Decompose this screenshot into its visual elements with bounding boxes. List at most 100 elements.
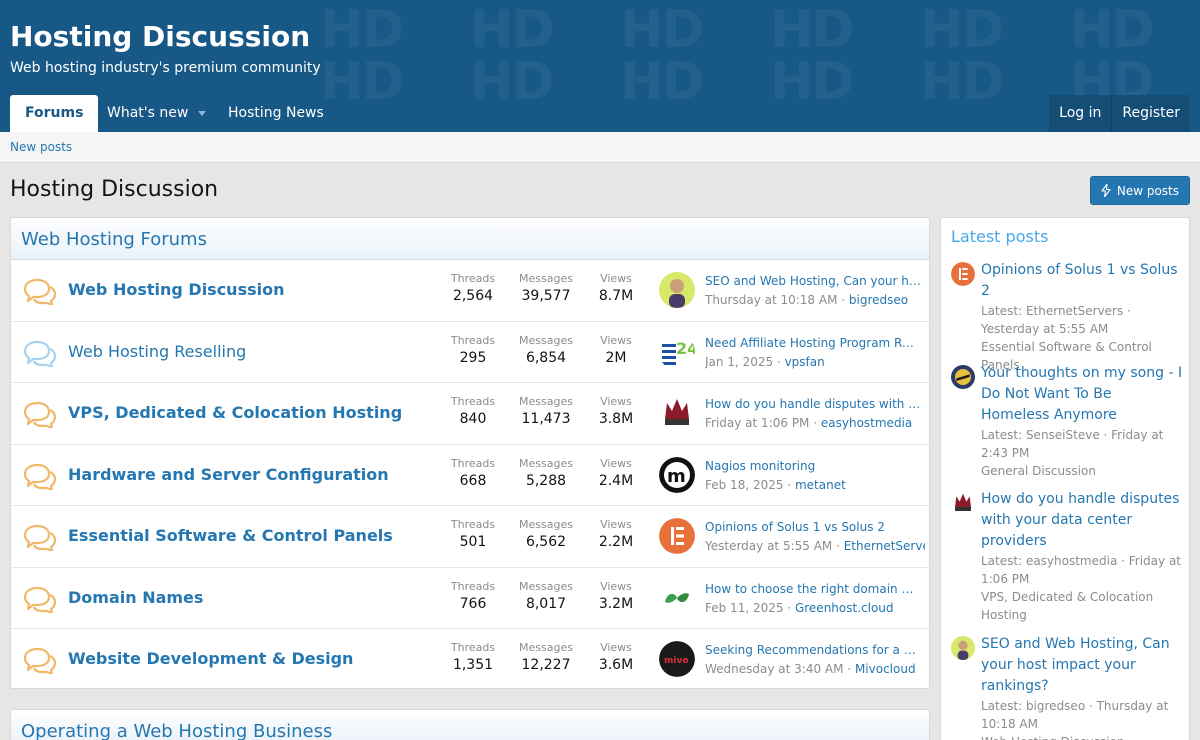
avatar[interactable] (659, 518, 695, 554)
stat-value: 3.8M (598, 411, 634, 427)
stat-label: Messages (519, 579, 573, 593)
latest-post-title[interactable]: SEO and Web Hosting, Can your host impac… (981, 634, 1183, 697)
last-post-date[interactable]: Feb 11, 2025 (705, 601, 784, 615)
svg-text:24: 24 (676, 339, 695, 358)
last-post-user[interactable]: easyhostmedia (821, 416, 912, 430)
stat-label: Views (600, 333, 632, 347)
messages-stat: Messages 5,288 (514, 457, 578, 489)
watermark-text: HD (770, 52, 855, 112)
sidebar-title[interactable]: Latest posts (941, 218, 1189, 255)
last-post-title[interactable]: Seeking Recommendations for a Design Age… (705, 643, 921, 657)
tab-hosting-news[interactable]: Hosting News (213, 95, 339, 132)
avatar[interactable] (951, 365, 975, 389)
latest-post-forum[interactable]: VPS, Dedicated & Colocation Hosting (981, 588, 1183, 624)
stat-value: 2M (605, 349, 627, 366)
watermark-text: HD (470, 52, 555, 112)
last-post-date[interactable]: Yesterday at 5:55 AM (705, 539, 832, 553)
last-post-title[interactable]: Nagios monitoring (705, 459, 921, 473)
node-list: Web Hosting Discussion Threads 2,564 Messag… (11, 260, 929, 688)
stat-label: Views (600, 456, 632, 470)
forum-title[interactable]: VPS, Dedicated & Colocation Hosting (68, 403, 402, 422)
stat-value: 8,017 (525, 595, 567, 612)
latest-post-title[interactable]: How do you handle disputes with your dat… (981, 489, 1183, 552)
views-stat: Views 3.6M (586, 641, 646, 673)
views-stat: Views 3.2M (586, 580, 646, 612)
stat-value: 295 (459, 349, 487, 366)
avatar[interactable]: m (659, 456, 695, 493)
latest-post-title[interactable]: Your thoughts on my song - I Do Not Want… (981, 363, 1183, 426)
tab-forums[interactable]: Forums (10, 95, 99, 132)
forum-title[interactable]: Domain Names (68, 588, 203, 607)
register-button[interactable]: Register (1112, 95, 1190, 132)
latest-post-title[interactable]: Opinions of Solus 1 vs Solus 2 (981, 260, 1183, 302)
chat-bubbles-icon (21, 400, 57, 430)
stat-label: Threads (450, 641, 496, 654)
forum-title[interactable]: Web Hosting Discussion (68, 280, 284, 299)
avatar[interactable] (659, 579, 695, 616)
avatar[interactable]: 24 (659, 333, 695, 370)
forum-node: Web Hosting Discussion Threads 2,564 Messag… (11, 260, 929, 322)
auth-buttons: Log in Register (1049, 95, 1190, 132)
last-post-date[interactable]: Wednesday at 3:40 AM (705, 662, 844, 676)
stat-label: Messages (519, 333, 573, 347)
forum-title[interactable]: Web Hosting Reselling (68, 342, 246, 361)
stat-label: Threads (450, 333, 496, 347)
block-title[interactable]: Web Hosting Forums (11, 218, 929, 260)
last-post-meta: Friday at 1:06 PM · easyhostmedia (705, 416, 913, 430)
tab-label: What's new (107, 105, 189, 121)
tab-label: Hosting News (228, 105, 324, 121)
latest-post-forum[interactable]: General Discussion (981, 462, 1183, 480)
second-forums-block: Operating a Web Hosting Business (10, 709, 930, 740)
forum-title[interactable]: Website Development & Design (68, 649, 353, 668)
login-button[interactable]: Log in (1049, 95, 1111, 132)
last-post-title[interactable]: How to choose the right domain name (705, 582, 921, 596)
views-stat: Views 8.7M (586, 272, 646, 304)
forum-title[interactable]: Hardware and Server Configuration (68, 465, 389, 484)
last-post-date[interactable]: Friday at 1:06 PM (705, 416, 809, 430)
avatar[interactable] (951, 636, 975, 660)
site-header: HD HD HD HD HD HD HD HD HD HD HD HD Host… (0, 0, 1200, 132)
last-post-date[interactable]: Feb 18, 2025 (705, 478, 784, 492)
forum-node: VPS, Dedicated & Colocation Hosting Threa… (11, 383, 929, 445)
last-post-title[interactable]: How do you handle disputes with your dat… (705, 397, 921, 411)
last-post-user[interactable]: metanet (795, 478, 846, 492)
avatar[interactable] (951, 262, 975, 286)
last-post-user[interactable]: Greenhost.cloud (795, 601, 894, 615)
stat-value: 3.2M (598, 595, 634, 612)
last-post-title[interactable]: Opinions of Solus 1 vs Solus 2 (705, 520, 921, 534)
stat-label: Messages (519, 456, 573, 470)
last-post-user[interactable]: EthernetServers (844, 539, 925, 553)
bolt-icon (1101, 184, 1111, 197)
stat-label: Threads (450, 456, 496, 470)
latest-post-forum[interactable]: Web Hosting Discussion (981, 733, 1183, 740)
last-post-date[interactable]: Thursday at 10:18 AM (705, 293, 837, 307)
threads-stat: Threads 2,564 (443, 272, 503, 304)
svg-text:m: m (667, 466, 686, 487)
tab-whats-new[interactable]: What's new (92, 95, 221, 132)
avatar[interactable]: mivo (659, 641, 695, 677)
last-post-date[interactable]: Jan 1, 2025 (705, 355, 773, 369)
stat-value: 766 (459, 595, 487, 612)
last-post-title[interactable]: SEO and Web Hosting, Can your host impac… (705, 274, 921, 288)
avatar[interactable] (659, 395, 695, 431)
chat-bubbles-icon (21, 523, 57, 553)
forum-title[interactable]: Essential Software & Control Panels (68, 526, 393, 545)
last-post-user[interactable]: Mivocloud (855, 662, 916, 676)
site-title[interactable]: Hosting Discussion (10, 20, 310, 53)
last-post-user[interactable]: bigredseo (849, 293, 908, 307)
page-title: Hosting Discussion (10, 177, 219, 202)
avatar[interactable] (951, 491, 975, 515)
block-title[interactable]: Operating a Web Hosting Business (21, 721, 332, 740)
last-post-meta: Wednesday at 3:40 AM · Mivocloud (705, 662, 916, 676)
threads-stat: Threads 295 (443, 334, 503, 366)
chevron-down-icon[interactable] (198, 110, 207, 116)
last-post-title[interactable]: Need Affiliate Hosting Program Recommend… (705, 336, 921, 350)
views-stat: Views 2M (586, 334, 646, 366)
stat-label: Messages (519, 272, 573, 285)
avatar[interactable] (659, 272, 695, 308)
new-posts-button[interactable]: New posts (1089, 176, 1190, 205)
stat-label: Views (600, 641, 632, 654)
new-posts-link[interactable]: New posts (10, 140, 72, 154)
last-post-user[interactable]: vpsfan (785, 355, 825, 369)
site-tagline: Web hosting industry's premium community (10, 60, 321, 76)
